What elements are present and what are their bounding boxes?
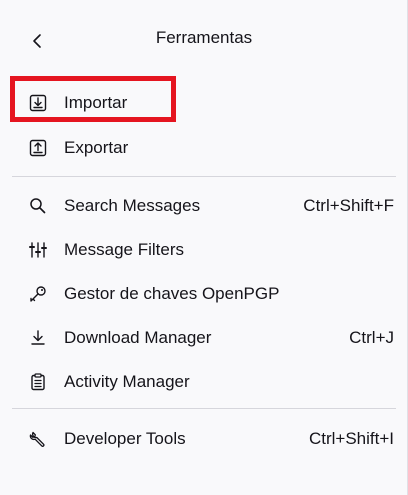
menu-item-label: Message Filters	[64, 240, 184, 259]
menu-item-label: Gestor de chaves OpenPGP	[64, 284, 280, 303]
menu-item-shortcut: Ctrl+J	[349, 328, 394, 347]
clipboard-icon	[27, 371, 49, 393]
import-icon	[27, 92, 49, 114]
wrench-icon	[27, 428, 49, 450]
menu-item-message-filters[interactable]: Message Filters	[14, 231, 394, 269]
menu-item-label: Exportar	[64, 138, 129, 157]
menu-item-label: Developer Tools	[64, 429, 186, 448]
search-icon	[27, 195, 49, 217]
menu-item-openpgp-key-manager[interactable]: Gestor de chaves OpenPGP	[14, 275, 394, 313]
menu-separator	[12, 176, 396, 177]
menu-item-label: Download Manager	[64, 328, 212, 347]
menu-item-export[interactable]: Exportar	[14, 129, 394, 167]
menu-item-activity-manager[interactable]: Activity Manager	[14, 363, 394, 401]
tools-menu-panel: Ferramentas Importar Exportar Search Mes…	[0, 0, 408, 495]
menu-item-developer-tools[interactable]: Developer Tools Ctrl+Shift+I	[14, 420, 394, 458]
menu-item-import[interactable]: Importar	[14, 84, 394, 122]
download-icon	[27, 327, 49, 349]
menu-title: Ferramentas	[155, 28, 253, 47]
menu-item-label: Activity Manager	[64, 372, 190, 391]
menu-item-label: Importar	[64, 93, 128, 112]
key-icon	[27, 283, 49, 305]
export-icon	[27, 137, 49, 159]
menu-item-search-messages[interactable]: Search Messages Ctrl+Shift+F	[14, 187, 394, 225]
menu-item-shortcut: Ctrl+Shift+I	[308, 429, 394, 448]
menu-item-shortcut: Ctrl+Shift+F	[303, 196, 394, 215]
menu-item-download-manager[interactable]: Download Manager Ctrl+J	[14, 319, 394, 357]
menu-item-label: Search Messages	[64, 196, 201, 215]
menu-header: Ferramentas	[0, 0, 408, 80]
filters-icon	[27, 239, 49, 261]
menu-separator	[12, 408, 396, 409]
